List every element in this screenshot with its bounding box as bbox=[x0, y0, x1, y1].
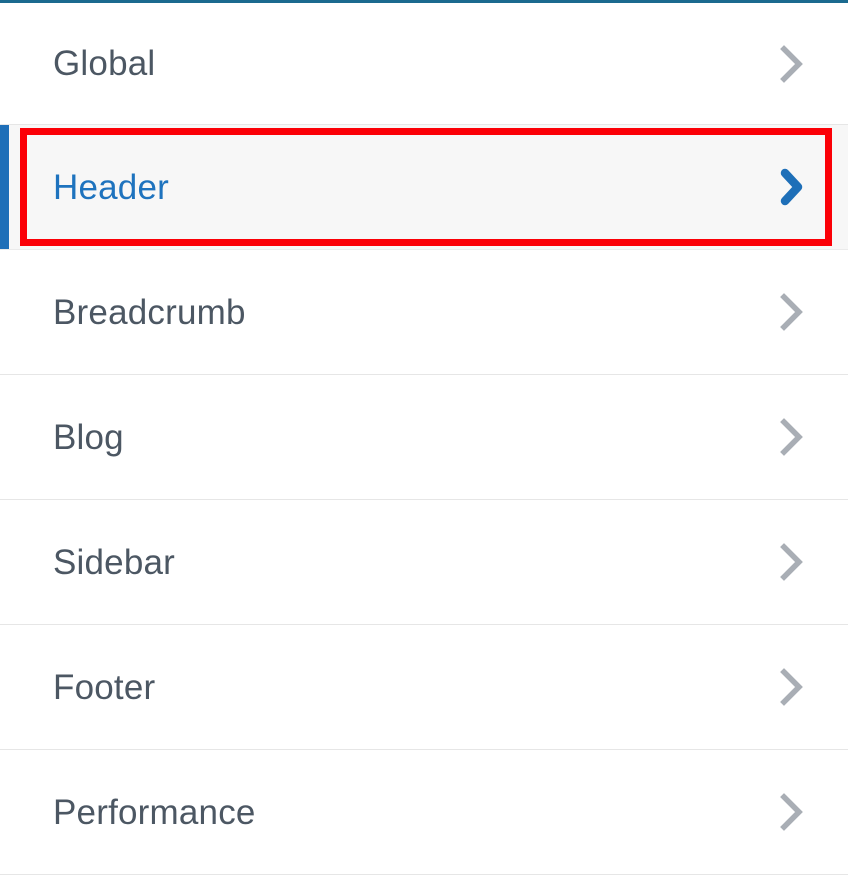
menu-item-blog[interactable]: Blog bbox=[0, 375, 848, 500]
menu-item-label: Footer bbox=[53, 667, 156, 707]
settings-menu-list: Global Header Breadcrumb Blog Sidebar Fo… bbox=[0, 3, 848, 875]
menu-item-performance[interactable]: Performance bbox=[0, 750, 848, 875]
menu-item-label: Breadcrumb bbox=[53, 292, 246, 332]
menu-item-sidebar[interactable]: Sidebar bbox=[0, 500, 848, 625]
chevron-right-icon bbox=[774, 164, 808, 210]
chevron-right-icon bbox=[774, 789, 808, 835]
menu-item-label: Header bbox=[53, 167, 169, 207]
menu-item-label: Sidebar bbox=[53, 542, 176, 582]
chevron-right-icon bbox=[774, 664, 808, 710]
chevron-right-icon bbox=[774, 289, 808, 335]
chevron-right-icon bbox=[774, 539, 808, 585]
chevron-right-icon bbox=[774, 41, 808, 87]
menu-item-label: Blog bbox=[53, 417, 124, 457]
menu-item-breadcrumb[interactable]: Breadcrumb bbox=[0, 250, 848, 375]
chevron-right-icon bbox=[774, 414, 808, 460]
menu-item-header[interactable]: Header bbox=[0, 125, 848, 250]
active-item-indicator-bar bbox=[0, 125, 9, 249]
settings-menu-panel: Global Header Breadcrumb Blog Sidebar Fo… bbox=[0, 0, 848, 878]
menu-item-footer[interactable]: Footer bbox=[0, 625, 848, 750]
menu-item-label: Performance bbox=[53, 792, 256, 832]
menu-item-label: Global bbox=[53, 44, 156, 83]
menu-item-global[interactable]: Global bbox=[0, 3, 848, 125]
